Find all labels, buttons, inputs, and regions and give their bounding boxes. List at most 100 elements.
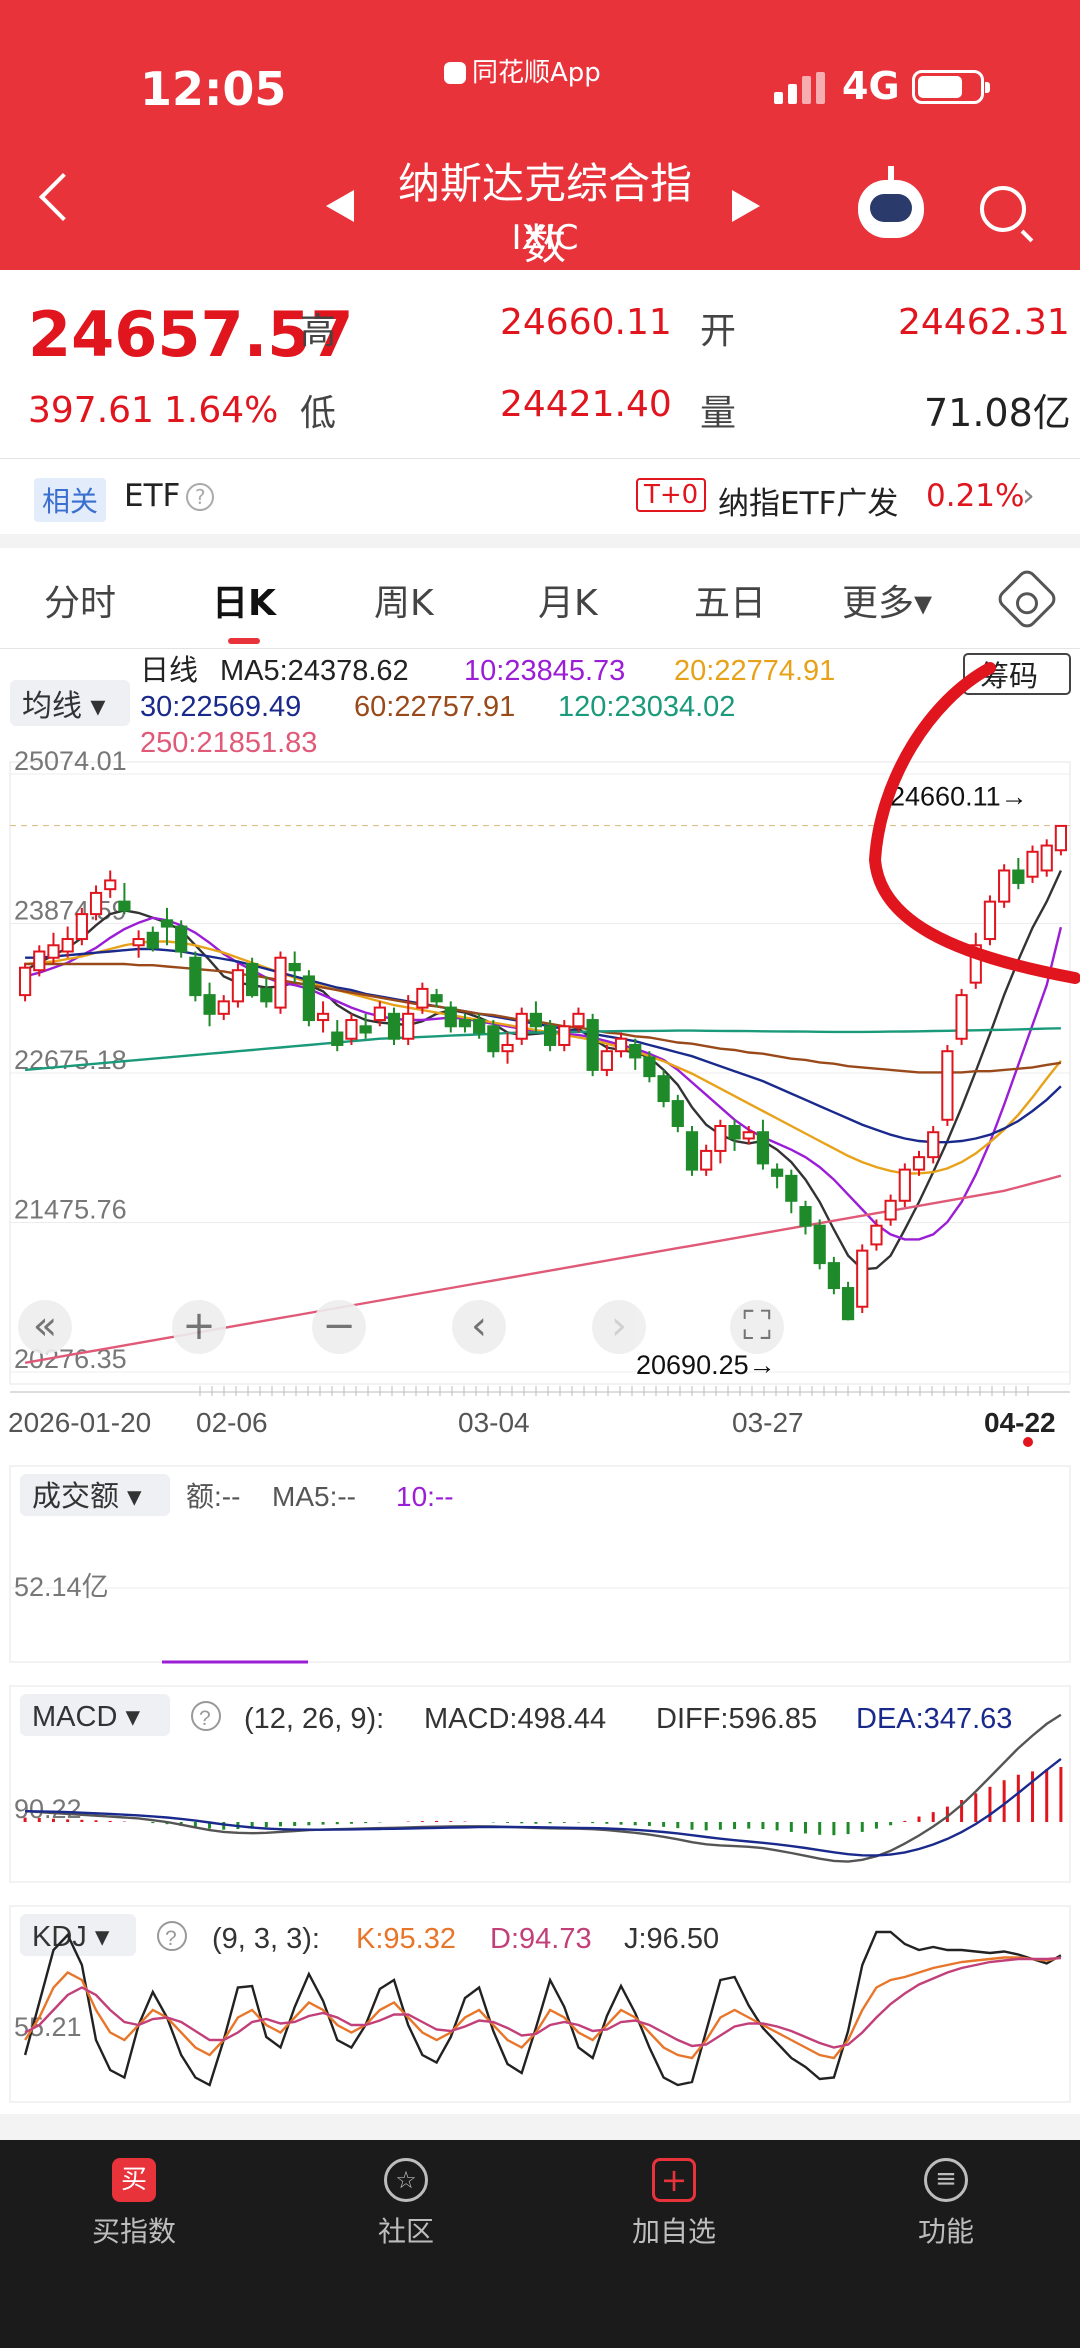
x-tick-label: 02-06 (196, 1407, 268, 1438)
candle-body (444, 1006, 457, 1028)
section-gap (0, 534, 1080, 548)
j-value: J:96.50 (624, 1923, 719, 1955)
active-tab-indicator (228, 638, 260, 644)
robot-assistant-icon[interactable] (858, 166, 924, 238)
candle-body (203, 994, 216, 1015)
tab-five-day[interactable]: 五日 (694, 574, 766, 626)
kdj-selector-bg (20, 1914, 136, 1956)
app-label-text: 同花顺App (472, 58, 601, 88)
ma-line-ma20 (24, 940, 1062, 1175)
macd-selector: MACD ▾ (32, 1701, 140, 1733)
candle-body (231, 969, 245, 1003)
help-icon (191, 1701, 221, 1731)
candle-body (799, 1206, 812, 1227)
macd-selector-bg (20, 1694, 170, 1736)
kdj-level-label: 55.21 (14, 2012, 82, 2042)
kdj-d-line (24, 1956, 1061, 2049)
ma-line-ma120 (24, 1027, 1061, 1072)
candle-body (146, 931, 159, 949)
search-icon[interactable] (980, 186, 1026, 232)
volume-level-label: 52.14亿 (14, 1572, 109, 1602)
ma-line-ma5 (24, 870, 1062, 1271)
macd-panel-frame (9, 1685, 1071, 1883)
candle-body (870, 1224, 883, 1246)
next-index-icon[interactable] (732, 190, 760, 222)
ma-legend-item: 20:22774.91 (674, 655, 835, 687)
kdj-k-line (24, 1956, 1062, 2060)
candle-body (600, 1050, 613, 1071)
kdj-selector: KDJ ▾ (32, 1921, 110, 1953)
buy-icon: 买 (112, 2158, 156, 2202)
candle-body (685, 1131, 699, 1171)
x-tick-label: 03-04 (458, 1407, 530, 1438)
nav-functions[interactable]: ≡ 功能 (846, 2144, 1046, 2250)
tab-more[interactable]: 更多▾ (842, 574, 932, 626)
help-icon (157, 1921, 187, 1951)
candle-body (558, 1025, 571, 1046)
candle-body (941, 1050, 954, 1121)
y-tick-label: 21475.76 (14, 1195, 127, 1225)
candle-body (983, 900, 997, 941)
ma-legend-item: 250:21851.83 (140, 727, 317, 759)
candle-body (316, 1012, 330, 1022)
minus-button[interactable]: − (312, 1300, 366, 1354)
chevron-right-icon[interactable]: › (1022, 476, 1035, 514)
community-icon: ☆ (384, 2158, 428, 2202)
help-icon[interactable]: ? (186, 483, 215, 511)
nav-buy-index[interactable]: 买买指数 (34, 2144, 234, 2250)
candle-body (104, 879, 117, 891)
status-time: 12:05 (140, 62, 287, 116)
candle-body (501, 1043, 514, 1053)
candle-body (89, 891, 103, 916)
candle-body (288, 962, 301, 972)
ma-selector-bg (10, 680, 130, 726)
etf-label: ETF? (124, 478, 215, 514)
candle-body (543, 1025, 557, 1046)
zoom-in-button[interactable]: + (172, 1300, 226, 1354)
k-value: K:95.32 (356, 1923, 456, 1955)
candle-body (700, 1149, 713, 1171)
y-tick-label: 23874.59 (14, 896, 127, 926)
candle-body (246, 962, 259, 997)
pan-right-button[interactable]: › (592, 1300, 646, 1354)
candle-body (657, 1075, 670, 1103)
candle-body (416, 987, 429, 1009)
candle-body (515, 1012, 528, 1040)
candle-body (827, 1262, 840, 1290)
tab-intraday[interactable]: 分时 (44, 574, 116, 626)
candle-body (998, 869, 1011, 903)
nav-add-watchlist[interactable]: + 加自选 (574, 2144, 774, 2250)
candle-body (813, 1224, 826, 1265)
section-gap (0, 2114, 1080, 2140)
candle-body (1026, 850, 1039, 878)
tab-daily-k[interactable]: 日K (212, 574, 276, 626)
zoom-out-button[interactable]: « (18, 1300, 72, 1354)
current-date-dot (1023, 1437, 1033, 1447)
fullscreen-button[interactable]: ⛶ (730, 1300, 784, 1354)
dea-value: DEA:347.63 (856, 1703, 1012, 1735)
volume-label: 量 (700, 393, 737, 434)
candle-body (302, 975, 315, 1022)
status-app-label: 同花顺App (444, 52, 601, 89)
x-tick-label: 04-22 (984, 1407, 1056, 1438)
candle-body (898, 1168, 911, 1202)
x-tick-label: 2026-01-20 (8, 1407, 151, 1438)
candle-body (629, 1043, 642, 1059)
pan-left-button[interactable]: ‹ (452, 1300, 506, 1354)
back-arrow-icon[interactable] (38, 172, 88, 222)
prev-index-icon[interactable] (326, 190, 354, 222)
candle-body (884, 1199, 897, 1221)
nav-community[interactable]: ☆ 社区 (306, 2144, 506, 2250)
settings-icon[interactable] (994, 566, 1060, 632)
candle-body (912, 1156, 926, 1171)
candle-body (175, 925, 188, 953)
fund-name[interactable]: 纳指ETF广发 (718, 478, 898, 523)
candle-body (345, 1019, 358, 1040)
tab-weekly-k[interactable]: 周K (374, 574, 434, 626)
candle-body (274, 956, 287, 1009)
candle-body (18, 966, 32, 997)
volume-selector-bg (20, 1474, 170, 1516)
tab-monthly-k[interactable]: 月K (538, 574, 598, 626)
macd-value: MACD:498.44 (424, 1703, 606, 1735)
candle-body (728, 1124, 741, 1140)
